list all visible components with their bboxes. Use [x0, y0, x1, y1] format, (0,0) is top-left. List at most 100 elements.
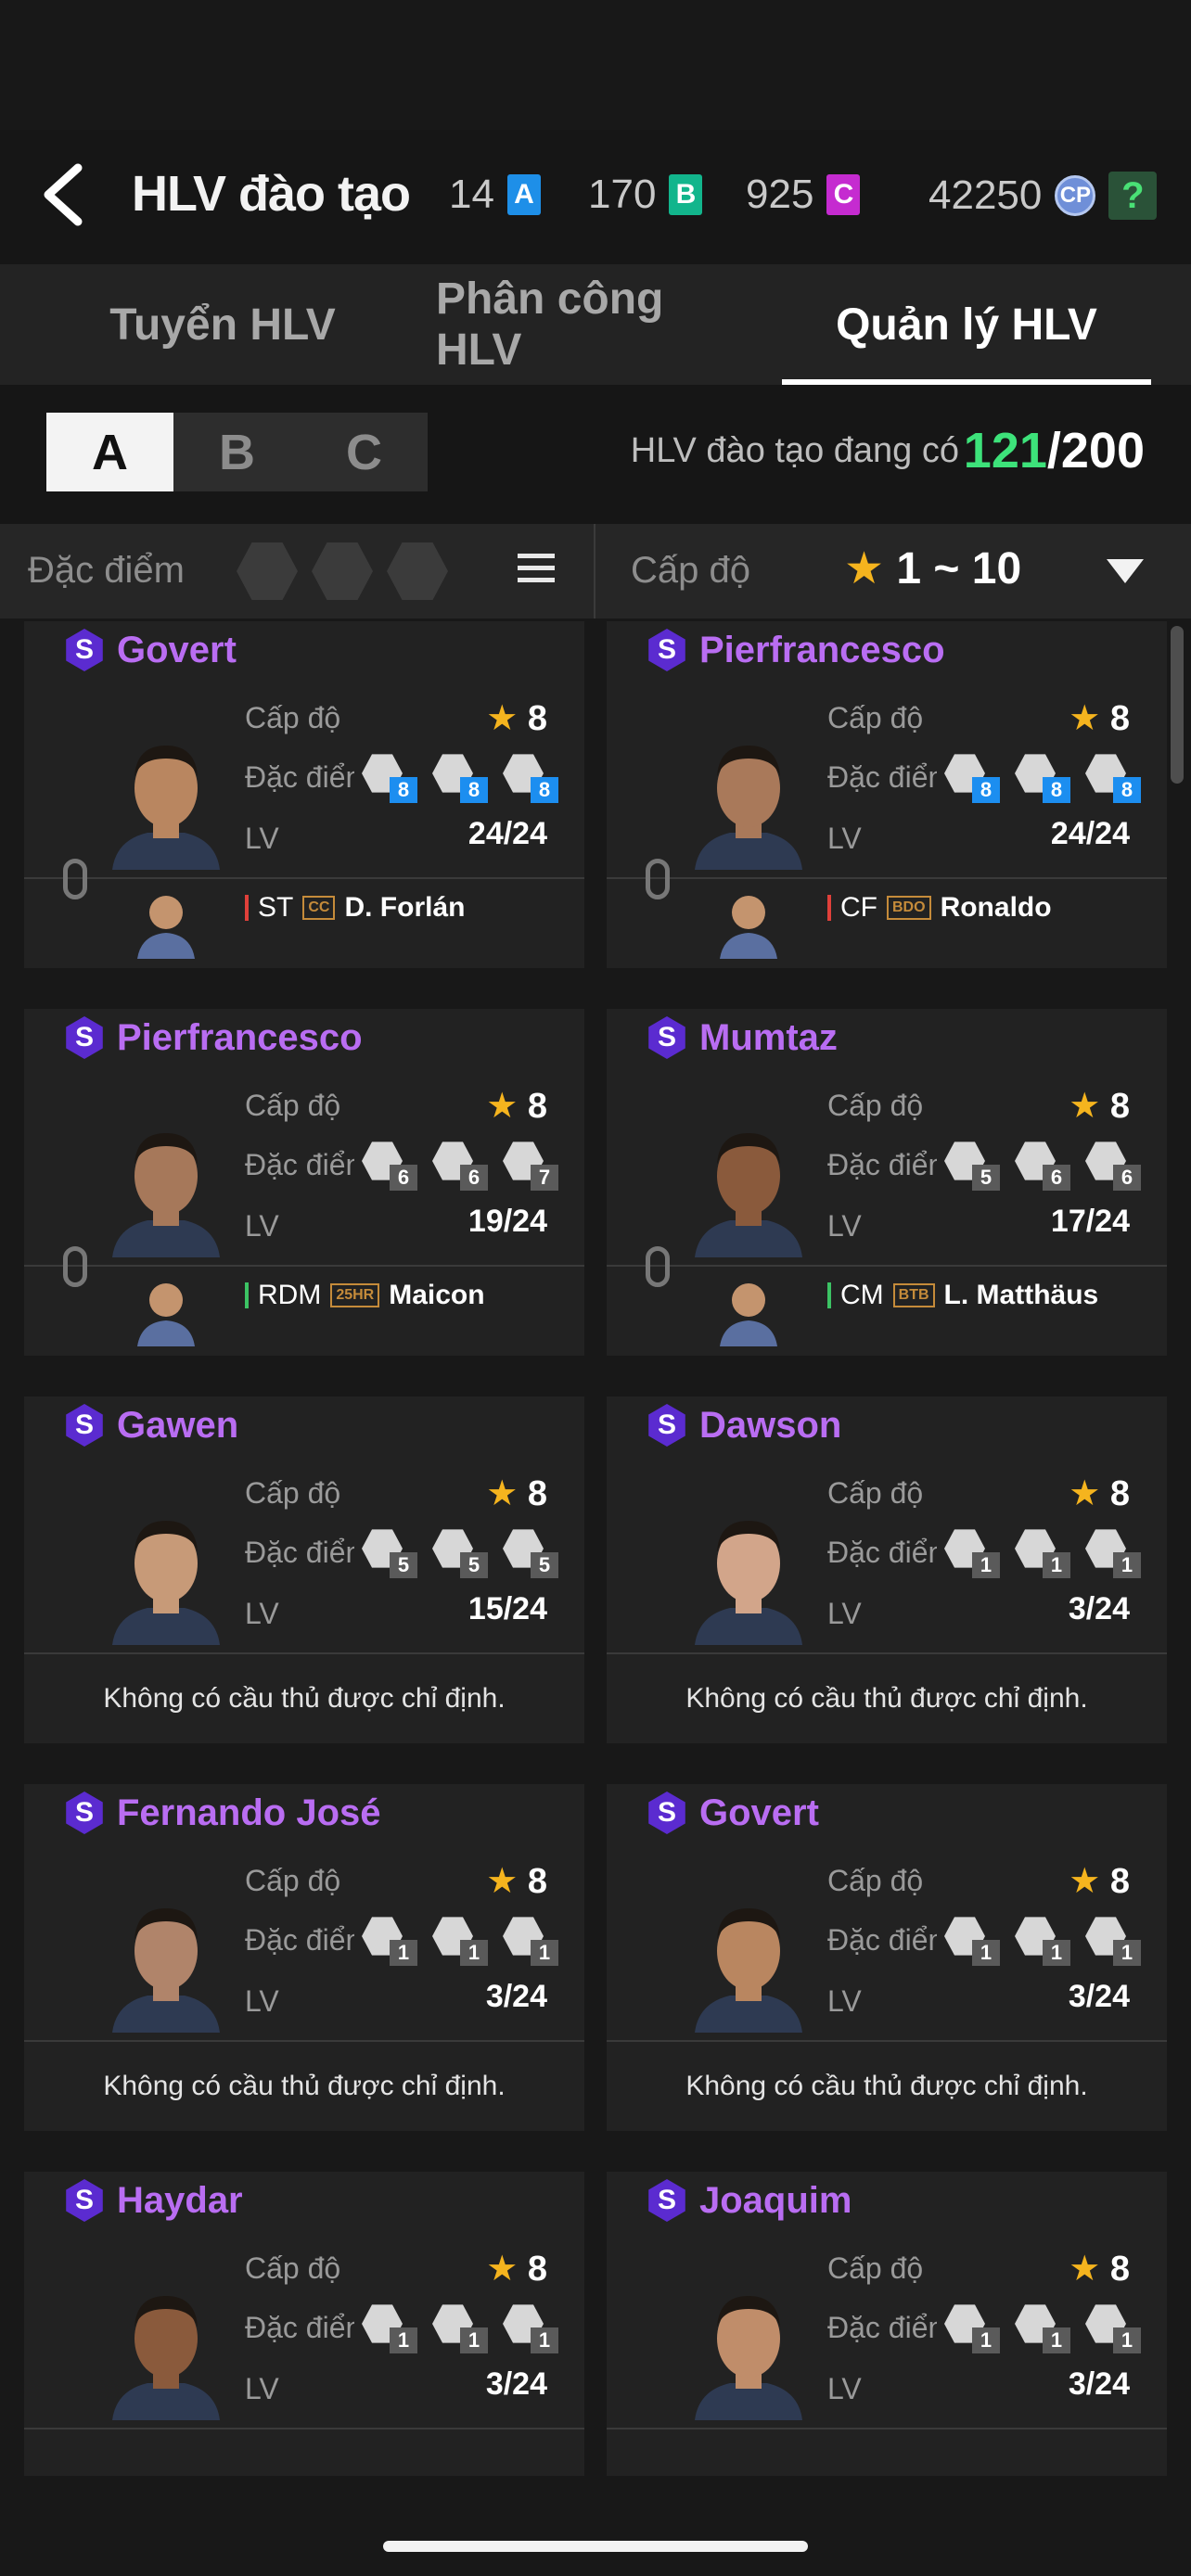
coach-name-text: Govert — [117, 629, 237, 670]
player-position: ST — [258, 892, 294, 923]
trait-item[interactable]: 8 — [429, 753, 488, 803]
trait-level: 6 — [1043, 1165, 1070, 1191]
trait-slot-1-icon[interactable] — [237, 542, 298, 601]
segment-b[interactable]: B — [173, 413, 301, 491]
card-divider — [607, 1265, 1167, 1267]
coach-name: S Gawen — [63, 1404, 238, 1447]
level-label: Cấp độ — [827, 1089, 924, 1122]
coach-stars: ★ 8 — [486, 1473, 547, 1514]
link-icon[interactable] — [63, 1246, 87, 1287]
coach-card[interactable]: S Govert Cấp độ ★ 8 Đặc điểm 8 8 — [24, 621, 584, 968]
trait-item[interactable]: 1 — [1082, 1916, 1141, 1966]
trait-item[interactable]: 1 — [1011, 1528, 1070, 1578]
trait-item[interactable]: 8 — [358, 753, 417, 803]
trait-label: Đặc điểm — [245, 1923, 354, 1957]
trait-item[interactable]: 1 — [1011, 2303, 1070, 2353]
scrollbar[interactable] — [1171, 626, 1184, 784]
position-color-bar — [245, 895, 249, 921]
trait-slot-3-icon[interactable] — [387, 542, 448, 601]
segment-c[interactable]: C — [301, 413, 428, 491]
coach-lv-value: 3/24 — [1068, 1591, 1130, 1626]
trait-item[interactable]: 5 — [358, 1528, 417, 1578]
trait-item[interactable]: 1 — [358, 1916, 417, 1966]
coach-name: S Joaquim — [646, 2179, 852, 2222]
home-indicator[interactable] — [383, 2541, 808, 2552]
player-name: L. Matthäus — [943, 1280, 1099, 1310]
coach-name-text: Pierfrancesco — [699, 629, 945, 670]
coach-card[interactable]: S Pierfrancesco Cấp độ ★ 8 Đặc điểm 6 6 — [24, 1009, 584, 1356]
trait-item[interactable]: 1 — [941, 2303, 1000, 2353]
trait-item[interactable]: 1 — [1082, 1528, 1141, 1578]
trait-list: 8 8 8 — [358, 753, 558, 803]
trait-item[interactable]: 1 — [429, 2303, 488, 2353]
coach-card[interactable]: S Dawson Cấp độ ★ 8 Đặc điểm 1 1 — [607, 1396, 1167, 1743]
coach-card[interactable]: S Joaquim Cấp độ ★ 8 Đặc điểm 1 1 — [607, 2172, 1167, 2476]
trait-item[interactable]: 1 — [499, 2303, 558, 2353]
coach-card[interactable]: S Mumtaz Cấp độ ★ 8 Đặc điểm 5 6 — [607, 1009, 1167, 1356]
trait-item[interactable]: 6 — [1011, 1141, 1070, 1191]
coach-card[interactable]: S Pierfrancesco Cấp độ ★ 8 Đặc điểm 8 8 — [607, 621, 1167, 968]
menu-icon[interactable] — [518, 554, 555, 587]
trait-item[interactable]: 7 — [499, 1141, 558, 1191]
trait-item[interactable]: 5 — [941, 1141, 1000, 1191]
trait-item[interactable]: 8 — [941, 753, 1000, 803]
dropdown-caret-icon[interactable] — [1107, 559, 1144, 583]
star-value: 8 — [527, 699, 547, 738]
main-tabs: Tuyển HLV Phân công HLV Quản lý HLV — [0, 264, 1191, 385]
level-label: Cấp độ — [827, 1476, 924, 1510]
trait-item[interactable]: 6 — [1082, 1141, 1141, 1191]
position-color-bar — [827, 895, 831, 921]
trait-item[interactable]: 8 — [1082, 753, 1141, 803]
trait-item[interactable]: 1 — [941, 1528, 1000, 1578]
tab-recruit-coach[interactable]: Tuyển HLV — [83, 264, 362, 385]
trait-level: 1 — [390, 2327, 417, 2353]
tab-assign-coach[interactable]: Phân công HLV — [436, 264, 751, 385]
coach-lv-value: 3/24 — [1068, 1979, 1130, 2014]
star-icon: ★ — [486, 1862, 519, 1901]
assigned-player-avatar — [720, 1283, 777, 1346]
coach-ticket-c-icon: C — [826, 174, 861, 215]
coach-stars: ★ 8 — [1069, 2248, 1130, 2289]
trait-item[interactable]: 1 — [1082, 2303, 1141, 2353]
currency-b: 170 B — [588, 172, 703, 218]
help-button[interactable]: ? — [1108, 172, 1158, 220]
no-player-text: Không có cầu thủ được chỉ định. — [685, 2071, 1088, 2101]
tab-manage-coach-label: Quản lý HLV — [836, 300, 1097, 350]
trait-filter-label[interactable]: Đặc điểm đ — [28, 550, 190, 592]
star-icon: ★ — [844, 544, 885, 593]
trait-level: 1 — [1043, 1552, 1070, 1578]
back-arrow-icon[interactable] — [37, 162, 93, 227]
trait-item[interactable]: 8 — [499, 753, 558, 803]
trait-item[interactable]: 6 — [358, 1141, 417, 1191]
coach-card[interactable]: S Gawen Cấp độ ★ 8 Đặc điểm 5 5 — [24, 1396, 584, 1743]
coach-name: S Dawson — [646, 1404, 841, 1447]
link-icon[interactable] — [63, 859, 87, 899]
trait-item[interactable]: 1 — [499, 1916, 558, 1966]
trait-item[interactable]: 8 — [1011, 753, 1070, 803]
trait-item[interactable]: 6 — [429, 1141, 488, 1191]
star-icon: ★ — [1069, 1862, 1101, 1901]
link-icon[interactable] — [646, 1246, 670, 1287]
trait-item[interactable]: 1 — [941, 1916, 1000, 1966]
segment-a[interactable]: A — [46, 413, 173, 491]
coach-card[interactable]: S Govert Cấp độ ★ 8 Đặc điểm 1 1 — [607, 1784, 1167, 2131]
star-icon: ★ — [1069, 1474, 1101, 1513]
owned-count: 121 — [963, 423, 1047, 478]
trait-item[interactable]: 1 — [1011, 1916, 1070, 1966]
coach-name: S Mumtaz — [646, 1016, 838, 1059]
level-filter-value[interactable]: ★ 1 ~ 10 — [844, 542, 1021, 594]
trait-item[interactable]: 1 — [358, 2303, 417, 2353]
trait-item[interactable]: 1 — [429, 1916, 488, 1966]
coach-card[interactable]: S Fernando José Cấp độ ★ 8 Đặc điểm 1 1 — [24, 1784, 584, 2131]
coach-ticket-a-icon: A — [506, 174, 541, 215]
trait-item[interactable]: 5 — [429, 1528, 488, 1578]
trait-item[interactable]: 5 — [499, 1528, 558, 1578]
level-label: Cấp độ — [245, 701, 341, 734]
link-icon[interactable] — [646, 859, 670, 899]
coach-card[interactable]: S Haydar Cấp độ ★ 8 Đặc điểm 1 1 — [24, 2172, 584, 2476]
trait-level: 5 — [972, 1165, 1000, 1191]
card-divider — [607, 2428, 1167, 2429]
position-color-bar — [827, 1282, 831, 1308]
trait-slot-2-icon[interactable] — [312, 542, 373, 601]
tab-manage-coach[interactable]: Quản lý HLV — [782, 264, 1151, 385]
